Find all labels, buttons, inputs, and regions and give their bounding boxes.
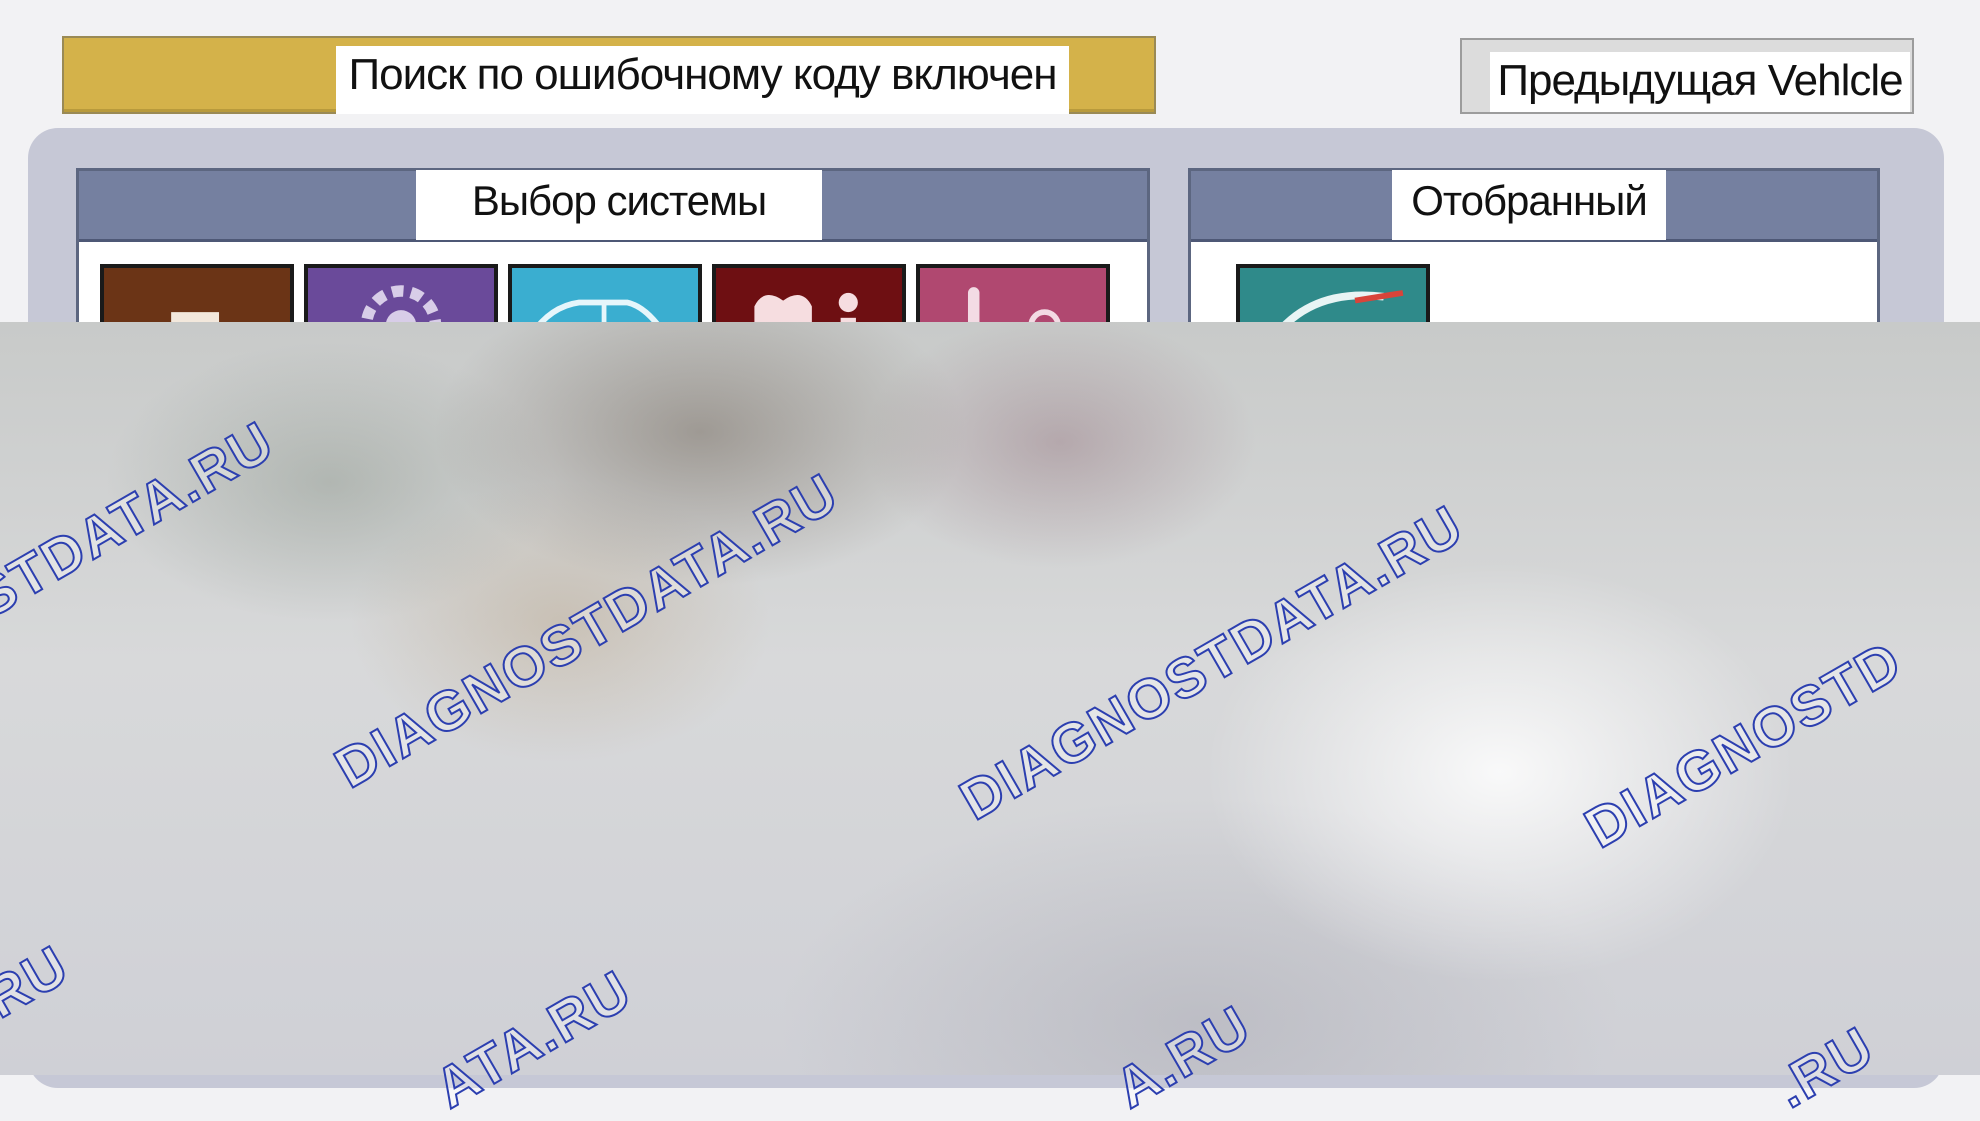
previous-vehicle-label[interactable]: Предыдущая Vehlcle (1490, 52, 1910, 112)
blurred-content-area (0, 322, 1980, 1075)
selected-title: Отобранный (1392, 170, 1666, 240)
system-selection-title: Выбор системы (416, 170, 822, 240)
error-code-search-label[interactable]: Поиск по ошибочному коду включен (336, 46, 1069, 114)
app-window: Поиск по ошибочному коду включен Предыду… (0, 0, 1980, 1121)
